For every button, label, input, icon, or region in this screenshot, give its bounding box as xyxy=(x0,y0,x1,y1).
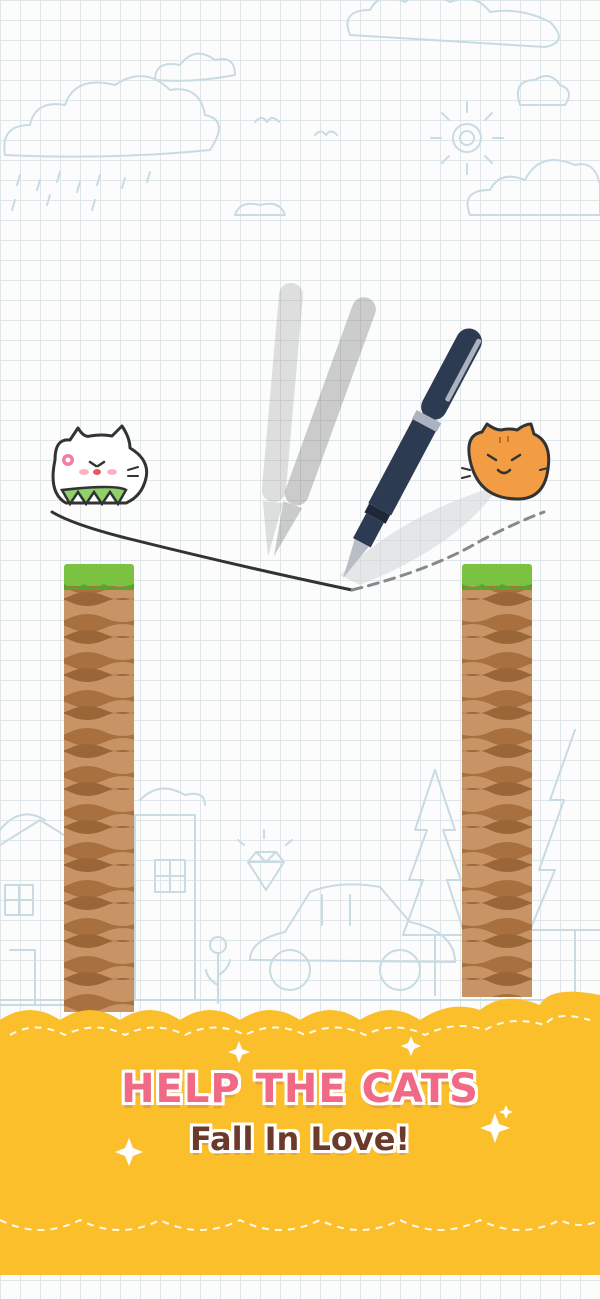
game-scene: HELP THE CATS Fall In Love! xyxy=(0,0,600,1299)
subline-text: Fall In Love! xyxy=(189,1120,410,1158)
headline-text: HELP THE CATS xyxy=(121,1066,479,1112)
